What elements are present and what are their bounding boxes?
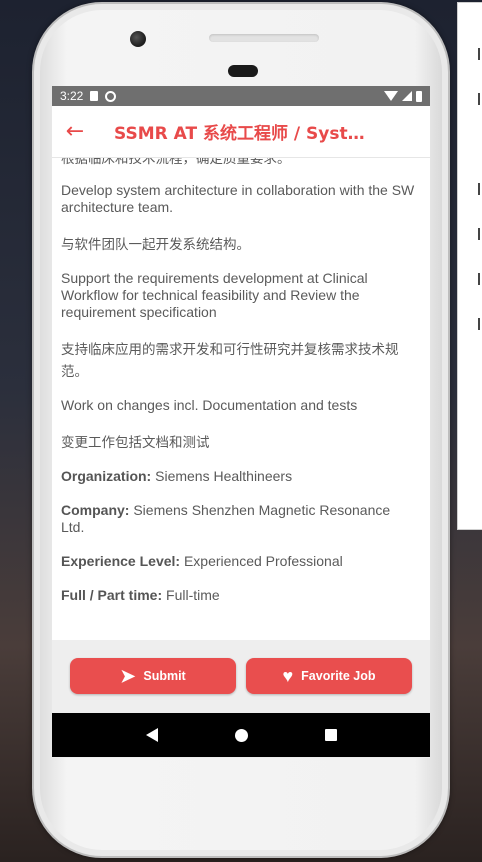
front-camera	[130, 31, 146, 47]
wifi-icon	[384, 91, 398, 101]
job-field-row: Experience Level: Experienced Profession…	[61, 553, 415, 570]
submit-button[interactable]: ➤ Submit	[70, 658, 236, 694]
device-screen: 3:22 ← SSMR AT 系统工程师 / System Engineer 根…	[52, 86, 430, 758]
battery-icon	[416, 90, 422, 102]
description-paragraph: 与软件团队一起开发系统结构。	[61, 237, 250, 253]
sync-icon	[105, 90, 117, 102]
earpiece-speaker	[228, 65, 258, 77]
job-field-value: Experienced Professional	[180, 553, 343, 569]
job-field-row: Organization: Siemens Healthineers	[61, 468, 415, 485]
sd-card-icon	[90, 91, 99, 101]
send-icon: ➤	[120, 666, 136, 686]
job-detail-content[interactable]: 根据临床和技术流程，确定质量要求。 Develop system archite…	[52, 158, 430, 640]
description-paragraph: 支持临床应用的需求开发和可行性研究并复核需求技术规范。	[61, 342, 399, 380]
status-bar: 3:22	[52, 86, 430, 106]
window-glyph	[478, 228, 482, 240]
status-time: 3:22	[60, 89, 84, 103]
description-paragraph: Develop system architecture in collabora…	[61, 182, 415, 215]
window-glyph	[478, 93, 482, 105]
nav-back-icon[interactable]	[145, 728, 158, 742]
window-glyph	[478, 318, 482, 330]
job-field-label: Experience Level:	[61, 553, 181, 569]
job-field-value: Siemens Healthineers	[151, 468, 293, 484]
favorite-button-label: Favorite Job	[301, 669, 376, 683]
signal-icon	[402, 91, 412, 101]
window-glyph	[478, 273, 482, 285]
partial-paragraph: 根据临床和技术流程，确定质量要求。	[61, 158, 291, 167]
job-field-row: Full / Part time: Full-time	[61, 587, 415, 604]
job-field-label: Company:	[61, 502, 130, 518]
app-bar: ← SSMR AT 系统工程师 / System Engineer	[52, 106, 430, 158]
android-nav-bar	[52, 713, 430, 757]
description-paragraph: Support the requirements development at …	[61, 270, 368, 320]
window-glyph	[478, 183, 482, 195]
action-row: ➤ Submit ♥ Favorite Job	[52, 658, 430, 694]
page-title: SSMR AT 系统工程师 / System Engineer	[114, 124, 376, 144]
arrow-left-icon[interactable]: ←	[52, 106, 98, 158]
job-field-label: Full / Part time:	[61, 587, 163, 603]
description-paragraph: 变更工作包括文档和测试	[61, 435, 210, 451]
favorite-job-button[interactable]: ♥ Favorite Job	[246, 658, 412, 694]
background-window	[457, 2, 482, 530]
window-glyph	[478, 48, 482, 60]
job-field-row: Company: Siemens Shenzhen Magnetic Reson…	[61, 502, 415, 536]
job-field-value: Full-time	[162, 587, 220, 603]
nav-recents-icon[interactable]	[324, 729, 337, 741]
job-detail-scroll: 根据临床和技术流程，确定质量要求。 Develop system archite…	[61, 158, 415, 621]
description-paragraph: Work on changes incl. Documentation and …	[61, 397, 358, 413]
top-bezel-line	[209, 34, 319, 42]
submit-button-label: Submit	[143, 669, 186, 683]
job-field-label: Organization:	[61, 468, 152, 484]
nav-home-icon[interactable]	[234, 728, 248, 742]
heart-icon: ♥	[282, 666, 294, 686]
